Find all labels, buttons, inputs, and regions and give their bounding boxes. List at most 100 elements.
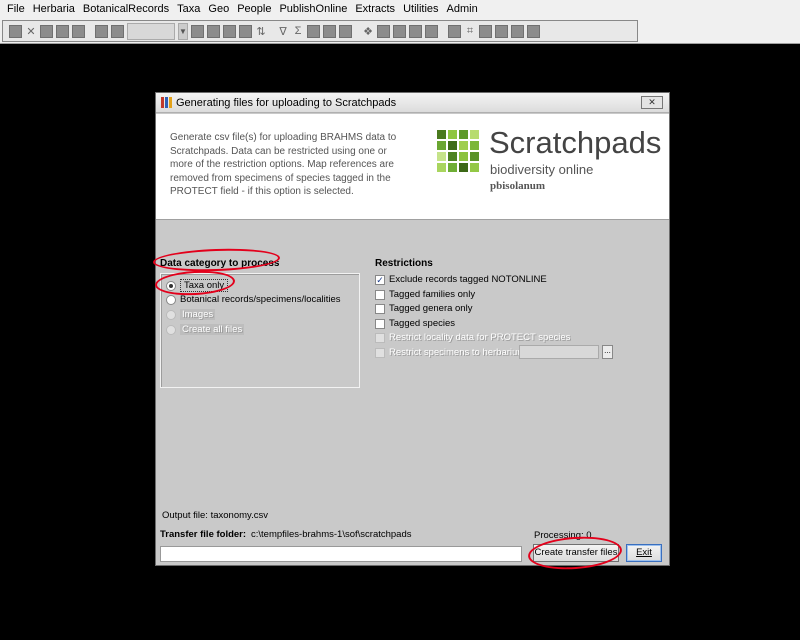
toolbar-button[interactable]	[72, 24, 85, 38]
radio-taxa-only[interactable]: Taxa only	[166, 279, 229, 292]
toolbar-button[interactable]	[409, 24, 422, 38]
logo-tile	[459, 163, 468, 172]
check-restrict-herbarium: Restrict specimens to herbarium	[375, 347, 525, 358]
toolbar-button[interactable]	[191, 24, 204, 38]
exit-label: Exit	[636, 547, 652, 558]
logo-tile	[437, 130, 446, 139]
checkbox-label: Restrict specimens to herbarium	[389, 347, 526, 358]
menu-geo[interactable]: Geo	[204, 3, 233, 15]
radio-button[interactable]	[166, 280, 176, 291]
logo-tile	[437, 152, 446, 161]
menu-utilities[interactable]: Utilities	[399, 3, 442, 15]
menu-botanical-records[interactable]: BotanicalRecords	[79, 3, 173, 15]
toolbar-button[interactable]	[479, 24, 492, 38]
data-category-label: Data category to process	[160, 258, 280, 269]
toolbar-button[interactable]	[425, 24, 438, 38]
toolbar-button[interactable]	[307, 24, 320, 38]
path-input[interactable]	[160, 546, 522, 562]
checkbox	[375, 332, 385, 343]
chevron-down-icon[interactable]: ▼	[178, 22, 188, 40]
dialog-header: Generate csv file(s) for uploading BRAHM…	[156, 114, 669, 220]
logo-tile	[448, 130, 457, 139]
check-restrict-locality: Restrict locality data for PROTECT speci…	[375, 332, 570, 343]
toolbar-button[interactable]	[323, 24, 336, 38]
transfer-folder-value: c:\tempfiles-brahms-1\sof\scratchpads	[251, 529, 412, 540]
logo-tile	[459, 141, 468, 150]
radio-label: Taxa only	[180, 279, 229, 292]
herbarium-browse-button[interactable]: ...	[602, 345, 613, 359]
scratchpads-dialog: Generating files for uploading to Scratc…	[155, 92, 670, 566]
output-file-text: Output file: taxonomy.csv	[162, 510, 268, 521]
tag-icon[interactable]: ⌗	[464, 25, 476, 38]
toolbar-button[interactable]	[239, 24, 252, 38]
map-icon[interactable]: ❖	[362, 25, 374, 38]
checkbox-label: Tagged families only	[389, 289, 476, 300]
checkbox[interactable]	[375, 289, 385, 300]
checkbox[interactable]	[375, 303, 385, 314]
dialog-titlebar[interactable]: Generating files for uploading to Scratc…	[156, 93, 669, 113]
toolbar-button[interactable]	[339, 24, 352, 38]
checkbox[interactable]: ✓	[375, 274, 385, 285]
menu-publish-online[interactable]: PublishOnline	[275, 3, 351, 15]
check-tagged-families[interactable]: Tagged families only	[375, 289, 475, 300]
toolbar-button[interactable]	[111, 24, 124, 38]
logo-tagline: biodiversity online	[490, 162, 594, 177]
menu-people[interactable]: People	[233, 3, 275, 15]
radio-button	[166, 309, 176, 320]
menu-admin[interactable]: Admin	[443, 3, 482, 15]
toolbar-button[interactable]	[511, 24, 524, 38]
menu-extracts[interactable]: Extracts	[351, 3, 399, 15]
radio-label: Images	[180, 309, 216, 320]
logo-tile	[448, 152, 457, 161]
sort-az-icon[interactable]: ⇅	[255, 25, 267, 38]
menu-bar: File Herbaria BotanicalRecords Taxa Geo …	[0, 0, 800, 18]
logo-name: Scratchpads	[489, 125, 662, 160]
radio-botanical-records[interactable]: Botanical records/specimens/localities	[166, 294, 341, 305]
radio-images: Images	[166, 309, 216, 320]
toolbar-button[interactable]	[223, 24, 236, 38]
checkbox-label: Exclude records tagged NOTONLINE	[389, 274, 547, 285]
filter-icon[interactable]: ∇	[277, 25, 289, 38]
toolbar-button[interactable]	[207, 24, 220, 38]
toolbar-button[interactable]	[527, 24, 540, 38]
logo-user: pbisolanum	[490, 180, 546, 192]
dialog-title: Generating files for uploading to Scratc…	[176, 97, 397, 109]
radio-button[interactable]	[166, 294, 176, 305]
herbarium-input	[519, 345, 599, 359]
menu-file[interactable]: File	[3, 3, 29, 15]
logo-tile	[448, 163, 457, 172]
toolbar-button[interactable]	[40, 24, 53, 38]
checkbox-label: Restrict locality data for PROTECT speci…	[389, 332, 571, 343]
radio-button	[166, 324, 176, 335]
radio-label: Create all files	[180, 324, 245, 335]
check-tagged-genera[interactable]: Tagged genera only	[375, 303, 472, 314]
check-tagged-species[interactable]: Tagged species	[375, 318, 455, 329]
logo-tile	[459, 130, 468, 139]
checkbox	[375, 347, 385, 358]
toolbar: ✕ ▼ ⇅ ∇ Σ ❖ ⌗	[0, 18, 800, 44]
brahms-app-icon	[161, 97, 172, 108]
sum-icon[interactable]: Σ	[292, 25, 304, 37]
logo-tile	[470, 152, 479, 161]
toolbar-button[interactable]	[95, 24, 108, 38]
menu-herbaria[interactable]: Herbaria	[29, 3, 79, 15]
exit-button[interactable]: Exit	[626, 544, 662, 562]
create-transfer-files-button[interactable]: Create transfer files	[533, 544, 619, 562]
toolbar-button[interactable]	[56, 24, 69, 38]
toolbar-button[interactable]	[495, 24, 508, 38]
checkbox[interactable]	[375, 318, 385, 329]
toolbar-combo[interactable]	[127, 22, 175, 40]
toolbar-button[interactable]	[448, 24, 461, 38]
close-icon[interactable]: ✕	[641, 96, 663, 109]
toolbar-button[interactable]	[377, 24, 390, 38]
delete-icon[interactable]: ✕	[25, 25, 37, 38]
logo-tile	[470, 130, 479, 139]
description-text: Generate csv file(s) for uploading BRAHM…	[170, 132, 397, 197]
logo-tile	[437, 141, 446, 150]
radio-create-all-files: Create all files	[166, 324, 245, 335]
toolbar-button[interactable]	[9, 24, 22, 38]
toolbar-button[interactable]	[393, 24, 406, 38]
check-exclude-notonline[interactable]: ✓ Exclude records tagged NOTONLINE	[375, 274, 547, 285]
transfer-folder-label: Transfer file folder:	[160, 529, 247, 540]
menu-taxa[interactable]: Taxa	[173, 3, 204, 15]
